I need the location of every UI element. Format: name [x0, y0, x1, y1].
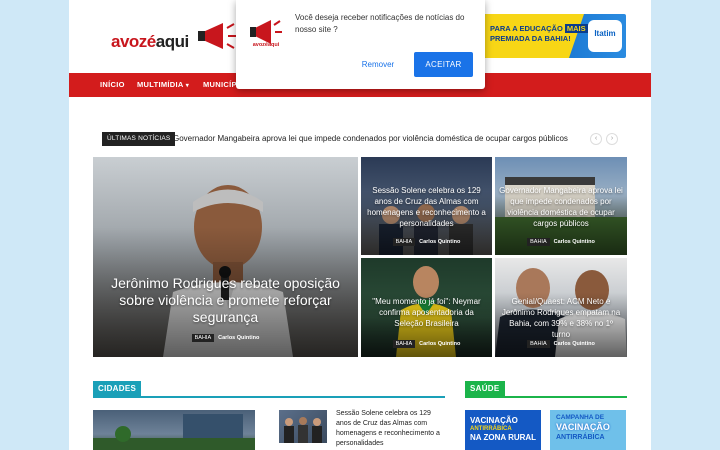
featured-title-4[interactable]: "Meu momento já foi": Neymar confirma ap… — [365, 296, 488, 329]
featured-tile-4[interactable]: "Meu momento já foi": Neymar confirma ap… — [361, 258, 492, 357]
logo-text-a: avozé — [111, 32, 156, 51]
nav-item-municipios[interactable]: MUNICÍP — [203, 73, 237, 97]
saude-card-2[interactable]: CAMPANHA DE VACINAÇÃO ANTIRRÁBICA — [550, 410, 626, 450]
section-saude-divider — [465, 396, 627, 398]
featured-tile-main[interactable]: Jerônimo Rodrigues rebate oposição sobre… — [93, 157, 358, 357]
site-logo-icon: avozéaqui — [247, 14, 285, 52]
saude-card-1[interactable]: VACINAÇÃO ANTIRRÁBICA NA ZONA RURAL — [465, 410, 541, 450]
featured-tile-5[interactable]: Genial/Quaest: ACM Neto e Jerônimo Rodri… — [495, 258, 627, 357]
author-name[interactable]: Carlos Quintino — [419, 341, 460, 347]
author-name[interactable]: Carlos Quintino — [218, 335, 259, 341]
ticker-prev-button[interactable]: ‹ — [590, 133, 602, 145]
category-badge[interactable]: BAHIA — [527, 340, 550, 348]
category-badge[interactable]: BAHIA — [392, 238, 416, 246]
ad-text: PARA A EDUCAÇÃO MAIS PREMIADA DA BAHIA! — [490, 24, 588, 43]
logo-text-b: aqui — [155, 32, 189, 51]
ad-banner[interactable]: PARA A EDUCAÇÃO MAIS PREMIADA DA BAHIA! … — [484, 14, 626, 58]
chevron-down-icon: ▾ — [185, 83, 190, 89]
ticker-next-button[interactable]: › — [606, 133, 618, 145]
cidades-list-title[interactable]: Sessão Solene celebra os 129 anos de Cru… — [336, 409, 446, 449]
section-cidades-label[interactable]: CIDADES — [93, 381, 142, 397]
category-badge[interactable]: BAHIA — [191, 334, 215, 342]
megaphone-icon — [198, 23, 236, 49]
section-cidades-divider — [93, 396, 445, 398]
nav-item-inicio[interactable]: INÍCIO — [100, 73, 125, 97]
category-badge[interactable]: BAHIA — [527, 238, 550, 246]
featured-title-3[interactable]: Governador Mangabeira aprova lei que imp… — [499, 185, 623, 229]
featured-title-main[interactable]: Jerônimo Rodrigues rebate oposição sobre… — [97, 275, 354, 326]
author-name[interactable]: Carlos Quintino — [419, 239, 460, 245]
author-name[interactable]: Carlos Quintino — [554, 239, 595, 245]
section-saude-label[interactable]: SAÚDE — [465, 381, 505, 397]
ad-brand-logo: Itatim — [588, 20, 622, 52]
site-logo[interactable]: avozéaqui — [111, 18, 241, 54]
featured-title-5[interactable]: Genial/Quaest: ACM Neto e Jerônimo Rodri… — [499, 296, 623, 340]
breaking-news-ticker: ÚLTIMAS NOTÍCIAS Governador Mangabeira a… — [102, 132, 618, 146]
nav-item-multimidia[interactable]: MULTIMÍDIA ▾ — [137, 73, 189, 97]
featured-tile-3[interactable]: Governador Mangabeira aprova lei que imp… — [495, 157, 627, 255]
notif-icon-label: avozéaqui — [252, 42, 280, 48]
notification-message: Você deseja receber notificações de notí… — [295, 13, 465, 34]
ticker-headline[interactable]: Governador Mangabeira aprova lei que imp… — [173, 132, 568, 146]
ceremony-thumb-photo — [284, 417, 322, 443]
push-notification-prompt: avozéaqui Você deseja receber notificaçõ… — [236, 0, 485, 89]
aceitar-button[interactable]: ACEITAR — [414, 52, 473, 77]
remover-button[interactable]: Remover — [348, 53, 408, 77]
city-photo — [93, 414, 255, 450]
cidades-main-image[interactable] — [93, 410, 255, 450]
author-name[interactable]: Carlos Quintino — [554, 341, 595, 347]
ticker-badge: ÚLTIMAS NOTÍCIAS — [102, 132, 176, 146]
featured-title-2[interactable]: Sessão Solene celebra os 129 anos de Cru… — [365, 185, 488, 229]
category-badge[interactable]: BAHIA — [392, 340, 416, 348]
cidades-list-thumbnail[interactable] — [279, 410, 327, 443]
featured-tile-2[interactable]: Sessão Solene celebra os 129 anos de Cru… — [361, 157, 492, 255]
